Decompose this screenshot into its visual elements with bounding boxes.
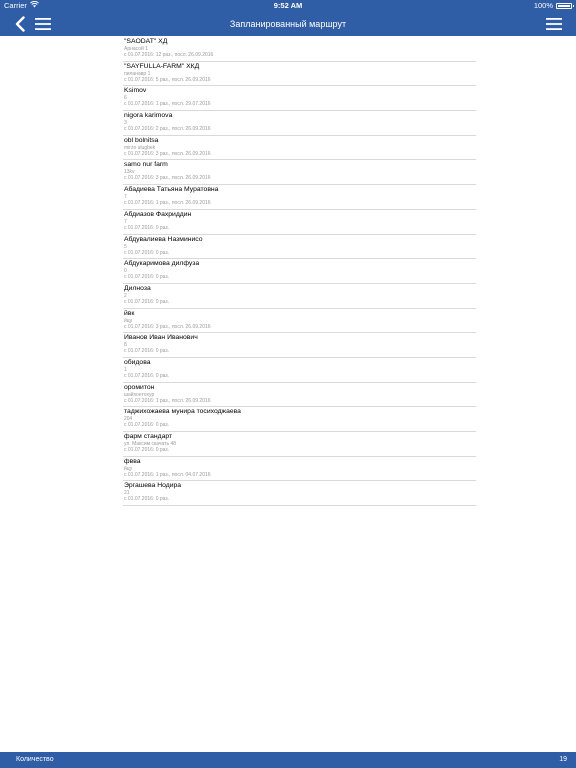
battery-percent: 100%: [533, 1, 553, 10]
item-visits: с 01.07.2016: 0 раз.: [124, 249, 170, 256]
list-item[interactable]: Абдукаримова дилфуза 0 с 01.07.2016: 0 раз…: [123, 259, 476, 284]
route-list: "SAODAT" ХД Арнасой 1с 01.07.2016: 12 раз…: [123, 37, 476, 507]
item-visits: с 01.07.2016: 3 раз., посл. 26.09.2016: [124, 150, 211, 157]
list-item[interactable]: "SAYFULLA-FARM" ХКД пиланавр 1с 01.07.201…: [123, 62, 476, 87]
item-visits: с 01.07.2016: 5 раз., посл. 26.09.2016: [124, 76, 211, 83]
item-visits: с 01.07.2016: 0 раз.: [124, 274, 170, 281]
list-item[interactable]: Абдиазов Фахриддин 7 с 01.07.2016: 0 раз.: [123, 210, 476, 235]
item-name: obl bolnitsa: [124, 136, 159, 144]
list-item[interactable]: Дилноза 2 с 01.07.2016: 0 раз.: [123, 284, 476, 309]
item-visits: с 01.07.2016: 1 раз., посл. 04.07.2016: [124, 471, 211, 478]
item-visits: с 01.07.2016: 0 раз.: [124, 372, 170, 379]
item-name: "SAODAT" ХД: [124, 38, 168, 45]
list-item[interactable]: samo nur farm 13kv с 01.07.2016: 3 раз., п…: [123, 160, 476, 186]
list-item[interactable]: Иванов Иван Иванович 8 с 01.07.2016: 0 раз…: [123, 333, 476, 358]
list-item[interactable]: йвк йцу с 01.07.2016: 3 раз., посл. 26.09.…: [123, 309, 476, 334]
footer-bar: Количество 19: [0, 752, 576, 768]
item-visits: с 01.07.2016: 0 раз.: [124, 447, 170, 453]
item-name: фарм стандарт: [124, 433, 173, 440]
list-item[interactable]: фвва йцу с 01.07.2016: 1 раз., посл. 04.07…: [123, 457, 476, 482]
list-item[interactable]: obl bolnitsa mirzo ulugbek с 01.07.2016: 3…: [123, 136, 476, 161]
list-item[interactable]: таджихожаева мунира тосиходжаева 204 с 01.…: [123, 407, 476, 432]
item-visits: с 01.07.2016: 0 раз.: [124, 422, 170, 429]
nav-bar: Запланированный маршрут: [0, 12, 576, 36]
item-name: Абдукаримова дилфуза: [124, 260, 200, 268]
page-title: Запланированный маршрут: [229, 19, 347, 29]
count-label: Количество: [16, 756, 54, 763]
list-item[interactable]: оромитон шайхонтохур с 01.07.2016: 1 раз.,…: [123, 383, 476, 408]
status-bar: Carrier 9:52 AM 100%: [0, 0, 576, 12]
list-item[interactable]: Ksimov 6 с 01.07.2016: 1 раз., посл. 29.07…: [123, 86, 476, 112]
item-name: Абдиазов Фахриддин: [124, 210, 192, 218]
list-item[interactable]: Абдувалиева Назминисо 5 с 01.07.2016: 0 ра…: [123, 235, 476, 260]
item-visits: с 01.07.2016: 0 раз.: [124, 298, 170, 305]
item-name: Абадиева Татьяна Муратовна: [124, 186, 219, 194]
list-item[interactable]: Абадиева Татьяна Муратовна 7 с 01.07.2016:…: [123, 185, 476, 210]
item-name: Иванов Иван Иванович: [124, 334, 198, 342]
list-item[interactable]: фарм стандарт ул. Максим скачать 48 с 01.0…: [123, 432, 476, 457]
item-name: Ksimov: [124, 87, 147, 95]
item-name: фвва: [124, 457, 141, 465]
item-name: Эргашева Нодира: [124, 482, 182, 490]
item-visits: с 01.07.2016: 1 раз., посл. 29.07.2016: [124, 101, 211, 108]
count-value: 19: [559, 756, 567, 763]
item-visits: с 01.07.2016: 3 раз., посл. 26.09.2016: [124, 323, 211, 330]
item-visits: с 01.07.2016: 0 раз.: [124, 496, 170, 503]
list-item[interactable]: nigora karimova 3 с 01.07.2016: 2 раз., по…: [123, 111, 476, 136]
item-name: йвк: [124, 309, 135, 317]
item-name: таджихожаева мунира тосиходжаева: [124, 408, 241, 416]
list-item[interactable]: обидова 1 с 01.07.2016: 0 раз.: [123, 358, 476, 383]
item-name: Дилноза: [124, 284, 151, 292]
battery-icon: [556, 3, 574, 9]
item-name: "SAYFULLA-FARM" ХКД: [124, 62, 200, 70]
item-visits: с 01.07.2016: 0 раз.: [124, 224, 170, 231]
item-visits: с 01.07.2016: 1 раз., посл. 26.09.2016: [124, 200, 211, 207]
item-visits: с 01.07.2016: 3 раз., посл. 26.09.2016: [124, 175, 211, 182]
item-name: оромитон: [124, 383, 155, 391]
battery-fill: [558, 5, 570, 7]
item-name: обидова: [124, 358, 151, 366]
item-name: samo nur farm: [124, 161, 168, 169]
list-item[interactable]: Эргашева Нодира 21 с 01.07.2016: 0 раз.: [123, 481, 476, 507]
right-menu-icon[interactable]: [544, 12, 564, 36]
status-time: 9:52 AM: [273, 1, 303, 10]
item-visits: с 01.07.2016: 12 раз., посл. 26.09.2016: [124, 52, 214, 58]
list-item[interactable]: "SAODAT" ХД Арнасой 1с 01.07.2016: 12 раз…: [123, 37, 476, 62]
status-right: 100%: [533, 0, 574, 12]
item-name: nigora karimova: [124, 112, 173, 120]
item-visits: с 01.07.2016: 0 раз.: [124, 348, 170, 355]
screen: Carrier 9:52 AM 100% Запланированный мар…: [0, 0, 576, 768]
item-visits: с 01.07.2016: 1 раз., посл. 26.09.2016: [124, 397, 211, 404]
item-visits: с 01.07.2016: 2 раз., посл. 26.09.2016: [124, 126, 211, 133]
item-name: Абдувалиева Назминисо: [124, 235, 203, 243]
